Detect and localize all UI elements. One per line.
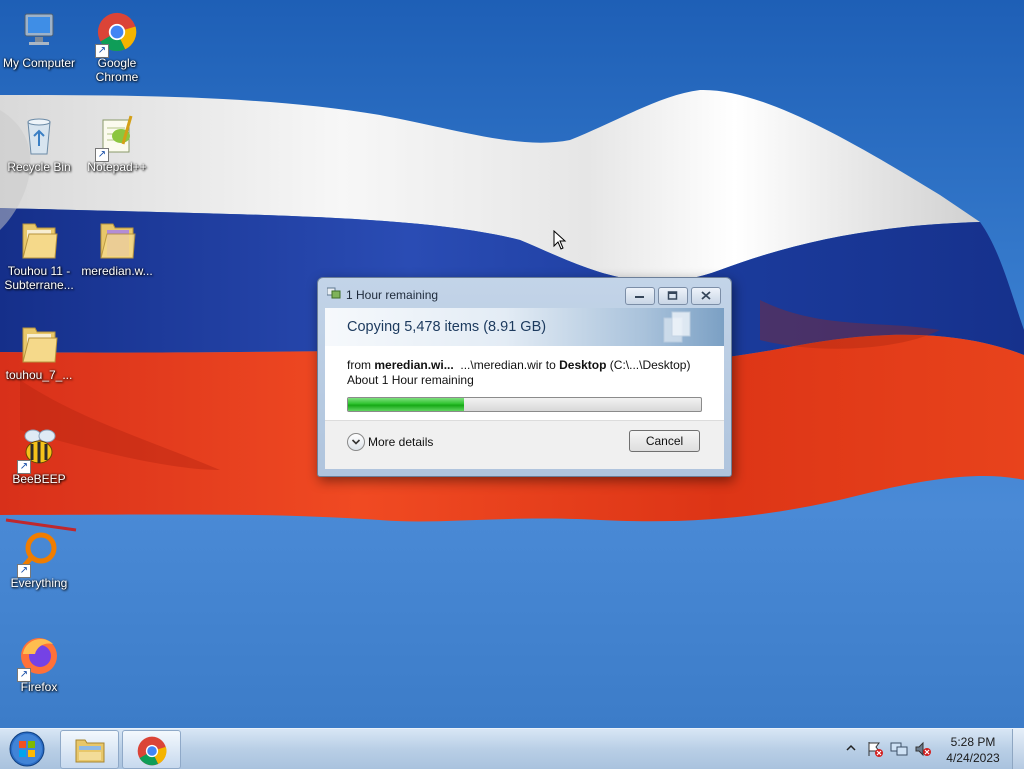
desktop-icon-beebeep[interactable]: ↗ BeeBEEP (0, 420, 78, 516)
copy-progress-dialog[interactable]: 1 Hour remaining Copying 5,478 items (8.… (317, 277, 732, 477)
network-icon[interactable] (890, 741, 908, 757)
desktop-icon-label: Notepad++ (87, 160, 147, 174)
dialog-body: Copying 5,478 items (8.91 GB) from mered… (325, 308, 724, 469)
copy-heading: Copying 5,478 items (8.91 GB) (347, 319, 547, 335)
desktop-icon-recycle-bin[interactable]: Recycle Bin (0, 108, 78, 204)
computer-icon (24, 13, 54, 45)
dialog-header: Copying 5,478 items (8.91 GB) (325, 308, 724, 346)
desktop-icon-label: Recycle Bin (7, 160, 71, 174)
from-prefix: from (347, 358, 371, 372)
explorer-folder-icon (75, 739, 105, 763)
destination-name-link[interactable]: Desktop (559, 358, 606, 372)
volume-muted-icon[interactable] (914, 741, 932, 757)
show-desktop-button[interactable] (1012, 729, 1024, 769)
close-button[interactable] (691, 287, 721, 305)
desktop-icon-label: Touhou 11 - Subterrane... (4, 264, 74, 292)
taskbar: 5:28 PM 4/24/2023 (0, 728, 1024, 769)
action-center-flag-icon[interactable] (866, 741, 884, 757)
mouse-cursor-icon (553, 230, 567, 250)
folder-icon (22, 223, 58, 259)
dialog-title: 1 Hour remaining (346, 288, 439, 302)
folder-icon (100, 223, 136, 259)
chevron-down-icon[interactable] (347, 433, 365, 451)
desktop-icon-firefox[interactable]: ↗ Firefox (0, 628, 78, 724)
show-hidden-icons-chevron[interactable] (846, 744, 856, 752)
desktop-icon-label: My Computer (2, 56, 76, 70)
source-name-link[interactable]: meredian.wi... (374, 358, 453, 372)
dialog-titlebar[interactable]: 1 Hour remaining (318, 278, 731, 308)
cancel-button[interactable]: Cancel (629, 430, 700, 452)
minimize-button[interactable] (625, 287, 655, 305)
clock-time: 5:28 PM (950, 735, 996, 749)
windows-start-icon (9, 731, 45, 767)
system-clock[interactable]: 5:28 PM 4/24/2023 (935, 734, 1011, 766)
clock-date: 4/24/2023 (946, 751, 1000, 765)
copy-files-icon (327, 287, 341, 299)
maximize-icon (667, 291, 678, 300)
destination-path: (C:\...\Desktop) (609, 358, 691, 372)
more-details-label[interactable]: More details (368, 435, 433, 449)
maximize-button[interactable] (658, 287, 688, 305)
chrome-icon (137, 736, 167, 766)
desktop-icon-label: meredian.w... (81, 264, 153, 278)
minimize-icon (635, 296, 644, 298)
time-remaining: About 1 Hour remaining (347, 373, 474, 387)
folder-icon (22, 327, 58, 363)
desktop-icon-label: BeeBEEP (12, 472, 66, 486)
desktop-icon-notepad-plus-plus[interactable]: ↗ Notepad++ (78, 108, 156, 204)
copy-animation-icon (663, 311, 691, 343)
close-icon (701, 291, 711, 300)
desktop-icon-label: touhou_7_... (5, 368, 73, 382)
source-path: ...\meredian.wir (460, 358, 543, 372)
progress-fill (348, 398, 465, 411)
desktop-icon-my-computer[interactable]: My Computer (0, 4, 78, 100)
desktop-icon-label: Firefox (20, 680, 58, 694)
start-button[interactable] (2, 729, 52, 769)
desktop-icon-google-chrome[interactable]: ↗ Google Chrome (78, 4, 156, 100)
taskbar-app-chrome[interactable] (122, 730, 181, 769)
desktop-icon-meredian-folder[interactable]: meredian.w... (78, 212, 156, 308)
desktop-icon-touhou-11-folder[interactable]: Touhou 11 - Subterrane... (0, 212, 78, 308)
recycle-bin-icon (27, 118, 51, 155)
to-word: to (545, 358, 556, 372)
desktop-icon-label: Google Chrome (95, 56, 139, 84)
desktop-icon-everything[interactable]: ↗ Everything (0, 524, 78, 620)
desktop: My Computer ↗ Google Chrome Recycle Bin … (0, 0, 1024, 728)
dialog-footer: More details Cancel (325, 420, 724, 469)
desktop-icon-touhou-7-folder[interactable]: touhou_7_... (0, 316, 78, 412)
copy-progress-bar (347, 397, 702, 412)
copy-source-destination: from meredian.wi... ...\meredian.wir to … (347, 358, 690, 372)
taskbar-app-explorer[interactable] (60, 730, 119, 769)
desktop-icon-label: Everything (10, 576, 68, 590)
